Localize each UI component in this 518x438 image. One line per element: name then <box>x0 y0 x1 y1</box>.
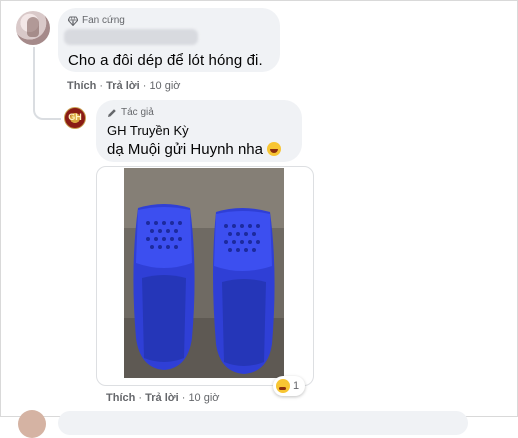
fan-badge: Fan cứng <box>68 15 125 26</box>
comment-timestamp[interactable]: 10 giờ <box>149 80 180 92</box>
next-commenter-avatar[interactable] <box>18 410 46 438</box>
thread-connector <box>33 96 61 120</box>
diamond-icon <box>68 16 78 26</box>
haha-reaction-icon <box>276 379 290 393</box>
blurred-commenter-name <box>64 29 198 45</box>
like-link[interactable]: Thích <box>106 392 135 404</box>
author-name[interactable]: GH Truyền Kỳ <box>107 123 189 138</box>
commenter-avatar[interactable] <box>16 11 50 45</box>
fan-badge-label: Fan cứng <box>82 15 125 26</box>
attached-photo[interactable] <box>96 166 314 386</box>
reply-text-content: dạ Muội gửi Huynh nha <box>107 141 263 158</box>
author-badge: Tác giả <box>107 107 154 118</box>
laughing-emoji-icon <box>266 142 281 156</box>
reply-timestamp[interactable]: 10 giờ <box>188 392 219 404</box>
author-avatar-text: GH <box>68 112 82 122</box>
reaction-count: 1 <box>293 380 300 392</box>
reply-text: dạ Muội gửi Huynh nha <box>107 141 281 158</box>
like-link[interactable]: Thích <box>67 80 96 92</box>
author-badge-label: Tác giả <box>121 107 154 118</box>
comment-text: Cho a đôi dép để lót hóng đi. <box>68 52 263 69</box>
reply-actions: Thích · Trả lời · 10 giờ <box>106 392 220 404</box>
pencil-icon <box>108 108 116 117</box>
next-comment-bubble <box>58 411 468 435</box>
reply-link[interactable]: Trả lời <box>106 80 140 92</box>
reply-link[interactable]: Trả lời <box>145 392 179 404</box>
author-avatar[interactable]: GH <box>64 107 86 129</box>
reaction-summary[interactable]: 1 <box>273 376 306 396</box>
sandals-photo <box>124 168 284 378</box>
comment-actions: Thích · Trả lời · 10 giờ <box>67 80 181 92</box>
